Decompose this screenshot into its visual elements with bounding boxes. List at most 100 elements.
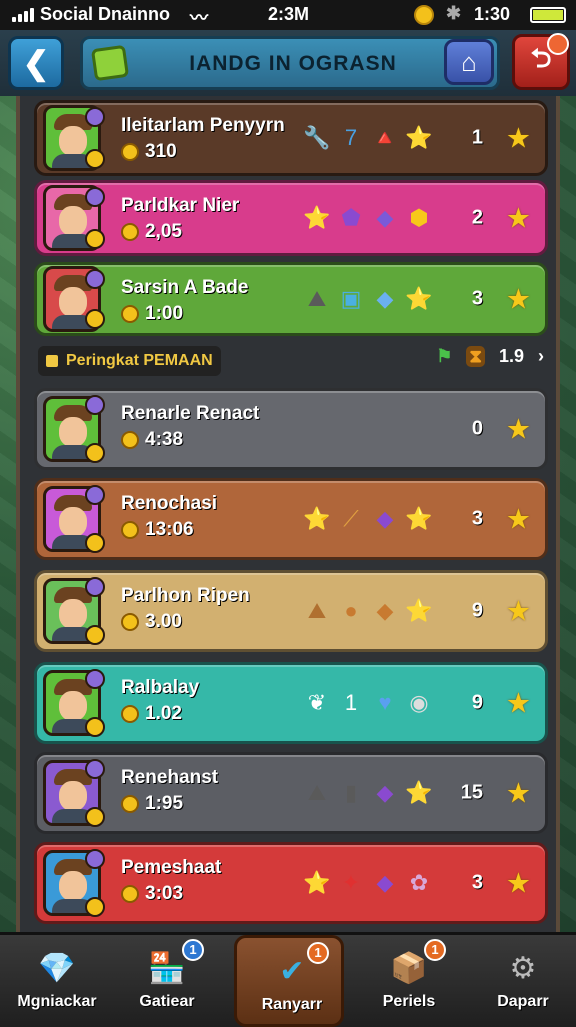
rank-value: 3 bbox=[471, 871, 483, 894]
chevron-right-icon[interactable]: › bbox=[538, 346, 544, 367]
leaderboard-row[interactable]: Ralbalay 1.02 ❦ 1 ♥ ◉ 9 ★ bbox=[34, 662, 548, 744]
item-icon: ✿ bbox=[409, 870, 429, 895]
notification-badge: 1 bbox=[182, 939, 204, 961]
nav-label: Periels bbox=[382, 993, 436, 1010]
avatar-face bbox=[59, 599, 87, 629]
item-icon: ◆ bbox=[376, 780, 394, 805]
score-value: 1:95 bbox=[145, 793, 184, 814]
avatar-face bbox=[59, 871, 87, 901]
exit-button[interactable]: ⮌ bbox=[512, 33, 570, 90]
item-icon: 🔺 bbox=[371, 125, 399, 150]
level-badge-icon bbox=[85, 669, 105, 689]
player-name: Renochasi bbox=[121, 493, 218, 514]
item-icon: ❦ bbox=[307, 690, 327, 715]
item-icon: ▣ bbox=[340, 286, 362, 311]
leaderboard-row[interactable]: Pemeshaat 3:03 ⭐ ✦ ◆ ✿ 3 ★ bbox=[34, 842, 548, 924]
coin-icon bbox=[121, 143, 139, 161]
carrier-name: Social Dnainno bbox=[40, 4, 171, 24]
leaderboard-row[interactable]: Renehanst 1:95 ⛰ ▮ ◆ ⭐ 15 ★ bbox=[34, 752, 548, 834]
player-name: Parldkar Nier bbox=[121, 195, 240, 216]
player-score: 3.00 bbox=[121, 611, 182, 633]
avatar-face bbox=[59, 126, 87, 156]
nav-item-shop[interactable]: 🏪 Gatiear 1 bbox=[112, 935, 222, 1027]
level-badge-icon bbox=[85, 395, 105, 415]
score-value: 3:03 bbox=[145, 883, 184, 904]
rank-value: 15 bbox=[460, 781, 483, 804]
star-icon: ★ bbox=[505, 413, 531, 445]
flag-icon[interactable]: ⚑ bbox=[436, 346, 452, 367]
player-name: Pemeshaat bbox=[121, 857, 222, 878]
player-score: 1:00 bbox=[121, 303, 183, 325]
coin-icon bbox=[414, 5, 434, 25]
star-icon: ★ bbox=[505, 202, 531, 234]
player-score: 3:03 bbox=[121, 883, 183, 905]
leaderboard-row[interactable]: Renochasi 13:06 ⭐ ⟋ ◆ ⭐ 3 ★ bbox=[34, 478, 548, 560]
rank-value: 3 bbox=[471, 507, 483, 530]
avatar-face bbox=[59, 507, 87, 537]
score-value: 310 bbox=[145, 141, 177, 162]
player-score: 4:38 bbox=[121, 429, 183, 451]
crystal-icon: 💎 bbox=[38, 951, 76, 985]
rank-value: 9 bbox=[471, 691, 483, 714]
coin-icon bbox=[121, 705, 139, 723]
status-time-right: 1:30 bbox=[474, 4, 511, 24]
level-badge-icon bbox=[85, 107, 105, 127]
player-name: Renehanst bbox=[121, 767, 219, 788]
item-icon: 7 bbox=[344, 125, 358, 150]
coin-icon bbox=[121, 223, 139, 241]
nav-item-box[interactable]: 📦 Periels 1 bbox=[354, 935, 464, 1027]
nav-label: Gatiear bbox=[139, 993, 195, 1010]
player-score: 1:95 bbox=[121, 793, 183, 815]
hourglass-icon[interactable]: ⧗ bbox=[466, 346, 485, 367]
battery-icon bbox=[530, 7, 566, 23]
back-button[interactable]: ❮ bbox=[8, 36, 64, 90]
item-icon: ⛰ bbox=[307, 598, 327, 623]
nav-item-check-orb[interactable]: ✔ Ranyarr 1 bbox=[234, 935, 344, 1027]
star-icon: ★ bbox=[505, 122, 531, 154]
item-icon: ● bbox=[344, 598, 358, 623]
player-name: Renarle Renact bbox=[121, 403, 260, 424]
nav-item-crystal[interactable]: 💎 Mgniackar bbox=[2, 935, 112, 1027]
item-icon: 1 bbox=[344, 690, 358, 715]
page-title: IANDG IN OGRASN bbox=[189, 52, 397, 75]
top-nav: ❮ IANDG IN OGRASN ⌂ ⮌ bbox=[0, 30, 576, 96]
score-value: 13:06 bbox=[145, 519, 194, 540]
leaderboard-row[interactable]: Ileitarlam Penyyrn 310 🔧 7 🔺 ⭐ 1 ★ bbox=[34, 100, 548, 176]
rank-value: 3 bbox=[471, 287, 483, 310]
bluetooth-icon: ✱ bbox=[446, 3, 462, 23]
coin-badge-icon bbox=[85, 897, 105, 917]
rank-value: 9 bbox=[471, 599, 483, 622]
level-badge-icon bbox=[85, 269, 105, 289]
item-icon: ⭐ bbox=[405, 506, 433, 531]
leaderboard-row[interactable]: Parlhon Ripen 3.00 ⛰ ● ◆ ⭐ 9 ★ bbox=[34, 570, 548, 652]
item-icon: ⭐ bbox=[405, 598, 433, 623]
player-score: 13:06 bbox=[121, 519, 194, 541]
coin-badge-icon bbox=[85, 149, 105, 169]
item-icon: ⭐ bbox=[405, 125, 433, 150]
coin-icon bbox=[121, 431, 139, 449]
leaderboard-row[interactable]: Parldkar Nier 2,05 ⭐ ⬟ ◆ ⬢ 2 ★ bbox=[34, 180, 548, 256]
wifi-icon: 〰 bbox=[190, 8, 208, 28]
back-chevron-icon: ❮ bbox=[22, 45, 50, 81]
item-icon: ⭐ bbox=[303, 870, 331, 895]
item-list: ⭐ ✦ ◆ ✿ bbox=[303, 870, 431, 895]
star-icon: ★ bbox=[505, 687, 531, 719]
coin-badge-icon bbox=[85, 443, 105, 463]
item-list: ⛰ ▣ ◆ ⭐ bbox=[305, 286, 433, 311]
score-value: 3.00 bbox=[145, 611, 182, 632]
item-icon: ◆ bbox=[376, 506, 394, 531]
level-badge-icon bbox=[85, 577, 105, 597]
avatar-face bbox=[59, 691, 87, 721]
level-badge-icon bbox=[85, 759, 105, 779]
coin-icon bbox=[121, 521, 139, 539]
item-icon: ⭐ bbox=[303, 506, 331, 531]
item-icon: ◆ bbox=[376, 205, 394, 230]
coin-icon bbox=[121, 795, 139, 813]
coin-badge-icon bbox=[85, 717, 105, 737]
nav-item-gear[interactable]: ⚙ Daparr bbox=[468, 935, 576, 1027]
score-value: 2,05 bbox=[145, 221, 182, 242]
notification-badge: 1 bbox=[307, 942, 329, 964]
leaderboard-row[interactable]: Sarsin A Bade 1:00 ⛰ ▣ ◆ ⭐ 3 ★ bbox=[34, 262, 548, 336]
leaderboard-row[interactable]: Renarle Renact 4:38 0 ★ bbox=[34, 388, 548, 470]
home-button[interactable]: ⌂ bbox=[444, 39, 494, 85]
